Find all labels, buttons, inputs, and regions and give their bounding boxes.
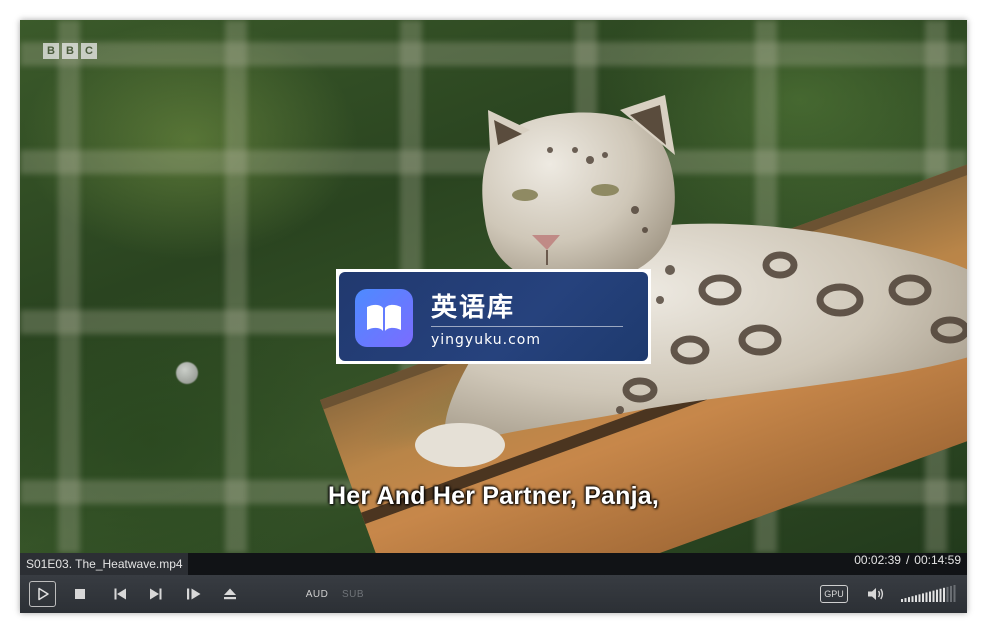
channel-logo-letter: B (43, 43, 59, 59)
eject-icon (224, 588, 236, 600)
fence-bar (225, 20, 247, 553)
play-icon (37, 587, 49, 601)
frame-step-button[interactable] (183, 581, 205, 607)
channel-logo-letter: C (81, 43, 97, 59)
video-frame[interactable]: B B C Her And Her Partner, Panja, 英语库 yi… (20, 20, 967, 553)
skip-next-icon (150, 588, 162, 600)
timecode[interactable]: 00:02:39 / 00:14:59 (854, 553, 961, 575)
fence-bar (20, 42, 967, 66)
volume-bar (932, 590, 935, 602)
frame-step-icon (187, 588, 201, 600)
volume-bar (922, 593, 924, 602)
next-button[interactable] (145, 581, 167, 607)
volume-bar (943, 587, 945, 602)
volume-bar (901, 599, 903, 602)
volume-bar (939, 588, 942, 602)
watermark-title: 英语库 (431, 293, 516, 323)
control-bar: AUD SUB GPU (20, 575, 967, 613)
volume-bar (904, 598, 907, 602)
stop-button[interactable] (69, 581, 91, 607)
channel-logo-letter: B (62, 43, 78, 59)
watermark-divider (431, 326, 623, 327)
subtitle-track-button[interactable]: SUB (342, 581, 364, 607)
volume-bar (953, 585, 956, 602)
mute-button[interactable] (865, 581, 887, 607)
volume-bar (915, 595, 917, 602)
ball (176, 362, 198, 384)
volume-bar (929, 591, 931, 602)
previous-button[interactable] (109, 581, 131, 607)
volume-bar (908, 597, 910, 602)
watermark-banner: 英语库 yingyuku.com (336, 269, 651, 364)
stop-icon (75, 589, 85, 599)
volume-bar (950, 585, 952, 602)
speaker-icon (868, 588, 884, 600)
info-bar: S01E03. The_Heatwave.mp4 00:02:39 / 00:14:… (20, 553, 967, 575)
total-duration: 00:14:59 (914, 553, 961, 567)
eject-button[interactable] (219, 581, 241, 607)
audio-track-button[interactable]: AUD (306, 581, 328, 607)
open-book-icon (355, 289, 413, 347)
volume-bar (936, 589, 938, 602)
media-player-window: B B C Her And Her Partner, Panja, 英语库 yi… (20, 20, 967, 613)
volume-bar (946, 586, 949, 602)
volume-bar (911, 596, 914, 602)
gpu-toggle[interactable]: GPU (820, 585, 848, 603)
volume-bar (918, 594, 921, 602)
volume-bar (925, 592, 928, 602)
skip-previous-icon (114, 588, 126, 600)
fence-bar (58, 20, 80, 553)
play-button[interactable] (29, 581, 56, 607)
time-separator: / (905, 553, 910, 567)
subtitle-text: Her And Her Partner, Panja, (328, 482, 659, 510)
channel-logo: B B C (43, 43, 97, 59)
watermark-url: yingyuku.com (431, 332, 541, 348)
file-name: S01E03. The_Heatwave.mp4 (20, 553, 188, 575)
elapsed-time: 00:02:39 (854, 553, 901, 567)
volume-slider[interactable] (901, 584, 957, 604)
